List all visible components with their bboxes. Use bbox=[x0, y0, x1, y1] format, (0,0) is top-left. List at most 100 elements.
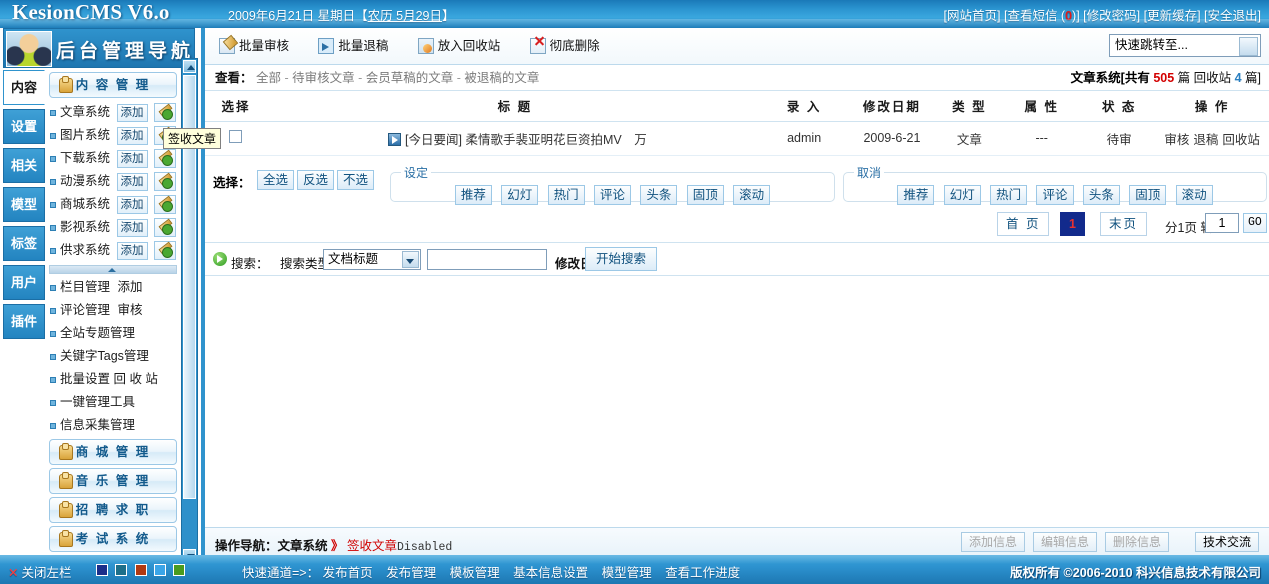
edit-pen-icon[interactable] bbox=[154, 149, 176, 168]
sidebar-item-image-system[interactable]: 图片系统 添加 bbox=[48, 124, 180, 147]
batch-reject-button[interactable]: 批量退稿 bbox=[318, 37, 388, 55]
sidebar-item-label[interactable]: 影视系统 bbox=[60, 220, 110, 234]
link-refresh-cache[interactable]: [更新缓存] bbox=[1144, 9, 1201, 23]
edit-pen-icon[interactable] bbox=[154, 218, 176, 237]
page-first-button[interactable]: 首 页 bbox=[997, 212, 1049, 236]
sidebar-item-label[interactable]: 关键字Tags管理 bbox=[60, 349, 149, 363]
sidebar-item-download-system[interactable]: 下载系统 添加 bbox=[48, 147, 180, 170]
sidebar-item-site-topic-management[interactable]: 全站专题管理 bbox=[48, 322, 180, 345]
sidebar-add-button[interactable]: 添加 bbox=[117, 127, 148, 145]
sidebar-item-label[interactable]: 商城系统 bbox=[60, 197, 110, 211]
cancel-tag-recommend[interactable]: 推荐 bbox=[897, 185, 934, 205]
page-go-button[interactable]: GO bbox=[1243, 213, 1267, 233]
op-recycle[interactable]: 回收站 bbox=[1222, 133, 1260, 147]
page-jump-input[interactable]: 1 bbox=[1205, 213, 1239, 233]
delete-info-button[interactable]: 删除信息 bbox=[1105, 532, 1169, 552]
sidebar-item-label[interactable]: 评论管理 bbox=[60, 303, 110, 317]
search-submit-button[interactable]: 开始搜索 bbox=[585, 247, 657, 271]
sidebar-item-column-management[interactable]: 栏目管理 添加 bbox=[48, 276, 180, 299]
header-lunar-date[interactable]: 农历 5月29日 bbox=[368, 9, 442, 23]
edit-info-button[interactable]: 编辑信息 bbox=[1033, 532, 1097, 552]
sidebar-collapse-toggle[interactable] bbox=[49, 265, 177, 274]
sidebar-item-mall-system[interactable]: 商城系统 添加 bbox=[48, 193, 180, 216]
theme-swatch-green[interactable] bbox=[173, 564, 185, 576]
sidebar-item-article-system[interactable]: 文章系统 添加 bbox=[48, 101, 180, 124]
quick-link-publish-manage[interactable]: 发布管理 bbox=[386, 566, 436, 580]
sidebar-add-button[interactable]: 添加 bbox=[117, 196, 148, 214]
batch-review-button[interactable]: 批量审核 bbox=[219, 37, 289, 55]
set-tag-slideshow[interactable]: 幻灯 bbox=[501, 185, 538, 205]
sidebar-item-supply-demand-system[interactable]: 供求系统 添加 bbox=[48, 239, 180, 262]
search-input[interactable] bbox=[427, 249, 547, 270]
row-title[interactable]: [今日要闻] 柔情歌手裴亚明花巨资拍MV 万 bbox=[405, 133, 647, 147]
add-info-button[interactable]: 添加信息 bbox=[961, 532, 1025, 552]
row-checkbox[interactable] bbox=[229, 130, 242, 143]
page-last-button[interactable]: 末页 bbox=[1100, 212, 1147, 236]
sidebar-group-recruitment[interactable]: 招 聘 求 职 bbox=[49, 497, 177, 523]
tech-support-button[interactable]: 技术交流 bbox=[1195, 532, 1259, 552]
sidebar-item-one-key-tools[interactable]: 一键管理工具 bbox=[48, 391, 180, 414]
sidebar-item-batch-recycle[interactable]: 批量设置 回 收 站 bbox=[48, 368, 180, 391]
edit-pen-icon[interactable] bbox=[154, 172, 176, 191]
theme-swatch-teal[interactable] bbox=[115, 564, 127, 576]
edit-pen-icon[interactable] bbox=[154, 103, 176, 122]
theme-swatch-blue[interactable] bbox=[96, 564, 108, 576]
sidebar-tab-plugins[interactable]: 插件 bbox=[3, 304, 45, 339]
cancel-tag-comment[interactable]: 评论 bbox=[1036, 185, 1073, 205]
sidebar-item-label[interactable]: 图片系统 bbox=[60, 128, 110, 142]
view-link-pending[interactable]: 待审核文章 bbox=[292, 71, 355, 85]
sidebar-tab-tags[interactable]: 标签 bbox=[3, 226, 45, 261]
view-link-member-draft[interactable]: 会员草稿的文章 bbox=[366, 71, 454, 85]
delete-permanently-button[interactable]: 彻底删除 bbox=[530, 37, 600, 55]
view-link-all[interactable]: 全部 bbox=[256, 71, 281, 85]
sidebar-item-movie-system[interactable]: 影视系统 添加 bbox=[48, 216, 180, 239]
sidebar-add-button[interactable]: 添加 bbox=[117, 219, 148, 237]
sidebar-item-label[interactable]: 供求系统 bbox=[60, 243, 110, 257]
search-type-select[interactable]: 文档标题 bbox=[323, 249, 421, 270]
link-logout[interactable]: [安全退出] bbox=[1204, 9, 1261, 23]
theme-swatch-orange[interactable] bbox=[135, 564, 147, 576]
quick-link-publish-home[interactable]: 发布首页 bbox=[323, 566, 373, 580]
quick-link-work-progress[interactable]: 查看工作进度 bbox=[665, 566, 740, 580]
set-tag-recommend[interactable]: 推荐 bbox=[455, 185, 492, 205]
sidebar-item-keyword-tags-management[interactable]: 关键字Tags管理 bbox=[48, 345, 180, 368]
set-tag-sticky[interactable]: 固顶 bbox=[687, 185, 724, 205]
cancel-tag-hot[interactable]: 热门 bbox=[990, 185, 1027, 205]
cancel-tag-headline[interactable]: 头条 bbox=[1083, 185, 1120, 205]
view-link-rejected[interactable]: 被退稿的文章 bbox=[464, 71, 539, 85]
sidebar-item-label[interactable]: 批量设置 回 收 站 bbox=[60, 372, 158, 386]
sidebar-group-content-management[interactable]: 内 容 管 理 bbox=[49, 72, 177, 98]
row-title-cell[interactable]: [今日要闻] 柔情歌手裴亚明花巨资拍MV 万 bbox=[267, 121, 763, 155]
move-to-recycle-button[interactable]: 放入回收站 bbox=[418, 37, 501, 55]
sidebar-item-extra[interactable]: 审核 bbox=[118, 303, 143, 317]
sidebar-group-music-management[interactable]: 音 乐 管 理 bbox=[49, 468, 177, 494]
sidebar-item-collection-management[interactable]: 信息采集管理 bbox=[48, 414, 180, 437]
sidebar-add-button[interactable]: 添加 bbox=[117, 242, 148, 260]
sidebar-item-extra[interactable]: 添加 bbox=[118, 280, 143, 294]
sidebar-item-anime-system[interactable]: 动漫系统 添加 bbox=[48, 170, 180, 193]
quick-jump-select[interactable]: 快速跳转至... bbox=[1109, 34, 1261, 57]
sidebar-item-label[interactable]: 一键管理工具 bbox=[60, 395, 135, 409]
sidebar-tab-settings[interactable]: 设置 bbox=[3, 109, 45, 144]
quick-link-template-manage[interactable]: 模板管理 bbox=[450, 566, 500, 580]
sidebar-item-label[interactable]: 下载系统 bbox=[60, 151, 110, 165]
cancel-tag-slideshow[interactable]: 幻灯 bbox=[944, 185, 981, 205]
close-left-panel-button[interactable]: ✕关闭左栏 bbox=[8, 562, 72, 581]
cancel-tag-sticky[interactable]: 固顶 bbox=[1129, 185, 1166, 205]
scroll-up-icon[interactable] bbox=[183, 60, 196, 73]
sidebar-group-mall-management[interactable]: 商 城 管 理 bbox=[49, 439, 177, 465]
page-current[interactable]: 1 bbox=[1060, 212, 1085, 236]
select-none-button[interactable]: 不选 bbox=[337, 170, 374, 190]
select-all-button[interactable]: 全选 bbox=[257, 170, 294, 190]
sidebar-item-comment-management[interactable]: 评论管理 审核 bbox=[48, 299, 180, 322]
sidebar-add-button[interactable]: 添加 bbox=[117, 150, 148, 168]
edit-pen-icon[interactable] bbox=[154, 241, 176, 260]
op-reject[interactable]: 退稿 bbox=[1193, 133, 1218, 147]
link-change-password[interactable]: [修改密码] bbox=[1083, 9, 1140, 23]
set-tag-comment[interactable]: 评论 bbox=[594, 185, 631, 205]
set-tag-scroll[interactable]: 滚动 bbox=[733, 185, 770, 205]
sidebar-add-button[interactable]: 添加 bbox=[117, 104, 148, 122]
sidebar-item-label[interactable]: 动漫系统 bbox=[60, 174, 110, 188]
quick-link-basic-settings[interactable]: 基本信息设置 bbox=[513, 566, 588, 580]
link-view-messages[interactable]: [查看短信 (0)] bbox=[1004, 9, 1080, 23]
